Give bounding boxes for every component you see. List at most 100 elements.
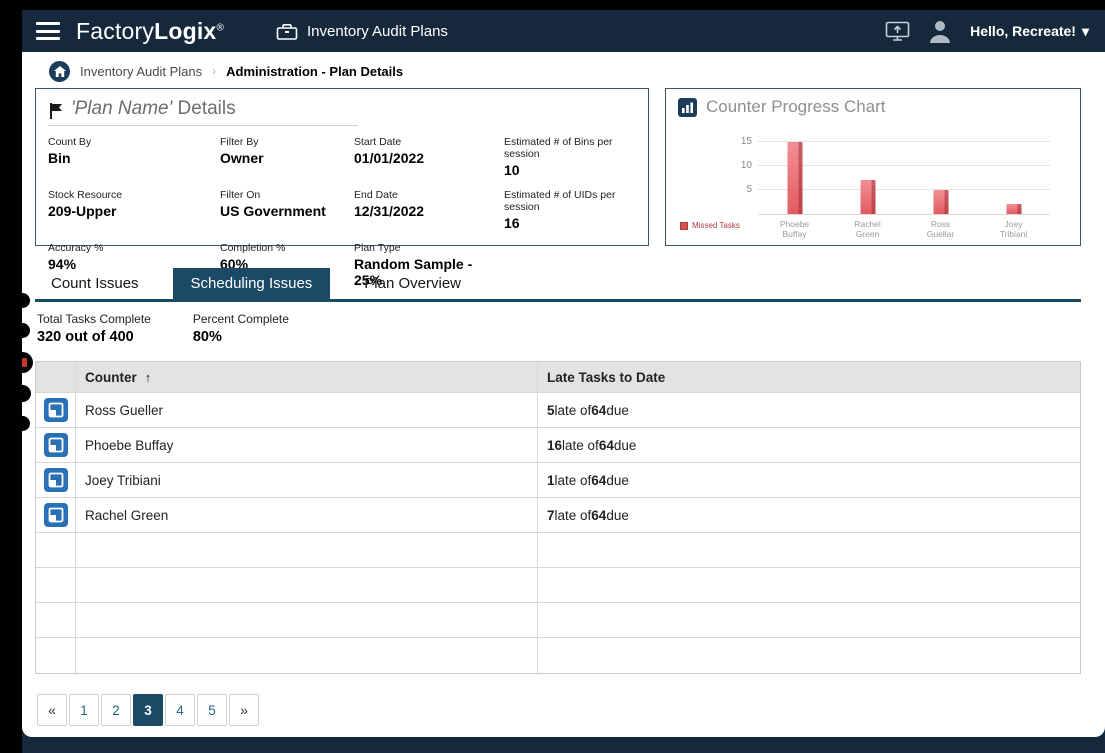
module-title-label: Inventory Audit Plans: [307, 23, 448, 40]
counter-cell-icon: [36, 428, 76, 462]
plan-field-label: Plan Type: [354, 242, 500, 254]
counter-icon[interactable]: [44, 468, 68, 492]
chart-bar-slot: [758, 133, 831, 214]
menu-icon[interactable]: [36, 22, 60, 40]
empty-icon-cell: [36, 533, 76, 567]
table-row[interactable]: Joey Tribiani1 late of 64 due: [36, 463, 1080, 498]
empty-counter-cell: [76, 533, 538, 567]
legend-swatch-missed-tasks: [680, 222, 688, 230]
chart-title: Counter Progress Chart: [706, 97, 886, 117]
plan-details-panel: 'Plan Name' Details Count ByBinFilter By…: [35, 88, 649, 246]
pager-first-button[interactable]: «: [37, 694, 67, 726]
chart-bars: [758, 133, 1050, 214]
pager-page-3[interactable]: 3: [133, 694, 163, 726]
table-row[interactable]: Ross Gueller5 late of 64 due: [36, 393, 1080, 428]
table-row[interactable]: Rachel Green7 late of 64 due: [36, 498, 1080, 533]
plan-field-value: 01/01/2022: [354, 150, 500, 166]
tab-scheduling-issues[interactable]: Scheduling Issues: [173, 268, 331, 299]
user-avatar-icon[interactable]: [926, 18, 954, 44]
bar-chart-icon: [678, 98, 697, 117]
empty-late-cell: [538, 638, 1080, 673]
pager-page-5[interactable]: 5: [197, 694, 227, 726]
late-count: 16: [547, 438, 562, 453]
plan-field-label: End Date: [354, 189, 500, 201]
chart-title-row: Counter Progress Chart: [678, 97, 1068, 117]
breadcrumb: Inventory Audit Plans › Administration -…: [35, 58, 1081, 84]
table-header-row: Counter ↑ Late Tasks to Date: [36, 362, 1080, 393]
percent-complete: Percent Complete 80%: [193, 312, 289, 345]
plan-field-value: 10: [504, 162, 634, 178]
y-axis-tick-label: 5: [728, 184, 752, 195]
plan-field: Filter On US Government: [220, 189, 350, 231]
edge-artifact: [15, 416, 30, 431]
user-menu[interactable]: Hello, Recreate! ▾: [970, 23, 1089, 40]
chart-category-label: Ross Guellar: [904, 219, 977, 239]
counter-cell-icon: [36, 498, 76, 532]
empty-late-cell: [538, 568, 1080, 602]
counter-header-label: Counter: [85, 370, 137, 385]
table-header-icon-col: [36, 362, 76, 392]
breadcrumb-separator: ›: [212, 64, 216, 78]
counter-icon[interactable]: [44, 398, 68, 422]
pager-page-4[interactable]: 4: [165, 694, 195, 726]
table-header-late-tasks: Late Tasks to Date: [538, 362, 1080, 392]
pager-page-2[interactable]: 2: [101, 694, 131, 726]
edge-artifact: [15, 293, 30, 308]
home-icon[interactable]: [49, 61, 70, 82]
table-row-empty: [36, 533, 1080, 568]
table-row[interactable]: Phoebe Buffay16 late of 64 due: [36, 428, 1080, 463]
legend-label: Missed Tasks: [692, 221, 740, 230]
sort-asc-icon: ↑: [145, 370, 152, 385]
top-right-controls: Hello, Recreate! ▾: [885, 18, 1089, 44]
tab-count-issues[interactable]: Count Issues: [47, 268, 143, 299]
toolbox-icon: [276, 22, 298, 41]
late-count: 7: [547, 508, 555, 523]
table-header-counter[interactable]: Counter ↑: [76, 362, 538, 392]
chart-category-label: Phoebe Buffay: [758, 219, 831, 239]
plan-details-title: 'Plan Name' Details: [71, 98, 236, 120]
breadcrumb-level1[interactable]: Inventory Audit Plans: [80, 64, 202, 79]
counter-icon[interactable]: [44, 433, 68, 457]
app-window: FactoryLogix® Inventory Audit Plans: [22, 10, 1105, 753]
plan-field: Estimated # of Bins per session10: [504, 136, 634, 178]
empty-icon-cell: [36, 568, 76, 602]
plan-field-label: Stock Resource: [48, 189, 216, 201]
chart-bar: [860, 180, 875, 214]
late-tasks-cell: 1 late of 64 due: [538, 463, 1080, 497]
panels-row: 'Plan Name' Details Count ByBinFilter By…: [35, 88, 1081, 246]
breadcrumb-level2: Administration - Plan Details: [226, 64, 403, 79]
scheduling-issues-table: Counter ↑ Late Tasks to Date Ross Guelle…: [35, 361, 1081, 674]
counter-icon[interactable]: [44, 503, 68, 527]
table-body: Ross Gueller5 late of 64 duePhoebe Buffa…: [36, 393, 1080, 673]
counter-progress-chart-panel: Counter Progress Chart 51015 Phoebe Buff…: [665, 88, 1081, 246]
counter-cell-icon: [36, 393, 76, 427]
counter-name-cell: Rachel Green: [76, 498, 538, 532]
plan-field-label: Count By: [48, 136, 216, 148]
chart-bar-slot: [904, 133, 977, 214]
pager-last-button[interactable]: »: [229, 694, 259, 726]
chart-category-labels: Phoebe BuffayRachel GreenRoss GuellarJoe…: [758, 219, 1050, 239]
y-axis-tick-label: 10: [728, 160, 752, 171]
plan-field-value: US Government: [220, 203, 350, 219]
empty-counter-cell: [76, 638, 538, 673]
logo-text-light: Factory: [76, 18, 154, 44]
chart-legend: Missed Tasks: [680, 221, 740, 230]
pager-page-1[interactable]: 1: [69, 694, 99, 726]
total-tasks-value: 320 out of 400: [37, 329, 151, 345]
empty-counter-cell: [76, 603, 538, 637]
edge-artifact: [14, 385, 31, 402]
due-count: 64: [591, 508, 606, 523]
chart-bar: [933, 190, 948, 214]
top-bar: FactoryLogix® Inventory Audit Plans: [22, 10, 1105, 52]
plan-field: Start Date01/01/2022: [354, 136, 500, 178]
chart-category-label: Rachel Green: [831, 219, 904, 239]
table-row-empty: [36, 568, 1080, 603]
plan-title-row: 'Plan Name' Details: [48, 98, 358, 126]
due-count: 64: [591, 403, 606, 418]
plan-field-label: Filter On: [220, 189, 350, 201]
screen-share-icon[interactable]: [885, 21, 910, 42]
percent-complete-label: Percent Complete: [193, 312, 289, 326]
tab-plan-overview[interactable]: Plan Overview: [360, 268, 465, 299]
content-area: Inventory Audit Plans › Administration -…: [22, 52, 1105, 737]
plan-fields: Count ByBinFilter ByOwnerStart Date01/01…: [48, 136, 634, 288]
